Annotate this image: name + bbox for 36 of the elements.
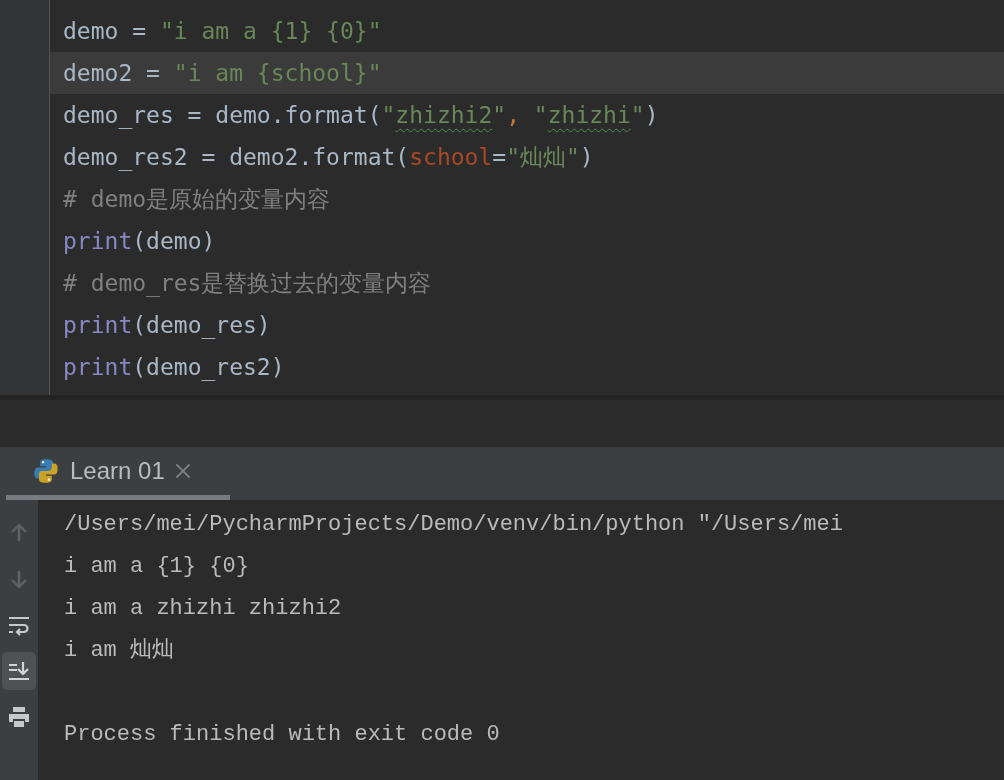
string-literal: "	[492, 102, 507, 128]
spelling-warning-text: zhizhi2	[395, 102, 493, 128]
printer-icon	[7, 705, 31, 729]
tab-label: Learn 01	[70, 457, 165, 485]
code-text: ,	[506, 102, 521, 128]
code-text: demo =	[63, 18, 148, 44]
code-text: demo2 =	[63, 60, 161, 86]
code-text: )	[579, 144, 594, 170]
exit-message: Process finished with exit code 0	[64, 722, 500, 747]
builtin-name: print	[63, 228, 133, 254]
code-text: )	[644, 102, 659, 128]
code-text: demo_res = demo.format(	[63, 102, 382, 128]
code-text: (demo_res)	[132, 312, 271, 338]
string-literal: "灿灿"	[506, 144, 580, 170]
string-literal: "i am a {1} {0}"	[159, 18, 382, 44]
python-logo-icon	[32, 457, 60, 485]
string-literal: "	[630, 102, 645, 128]
code-comment: # demo_res是替换过去的变量内容	[63, 270, 432, 296]
string-literal: "	[533, 102, 548, 128]
console-line: i am 灿灿	[64, 638, 174, 663]
scroll-to-end-icon	[7, 659, 31, 683]
code-text: =	[492, 144, 507, 170]
builtin-name: print	[63, 354, 133, 380]
console-line: i am a zhizhi zhizhi2	[64, 596, 342, 621]
code-text: (demo)	[132, 228, 216, 254]
code-comment: # demo是原始的变量内容	[63, 186, 331, 212]
string-literal: "i am {school}"	[173, 60, 382, 86]
close-icon[interactable]	[174, 463, 191, 479]
console-line: i am a {1} {0}	[64, 554, 249, 579]
keyword-argument: school	[409, 144, 493, 170]
string-literal: "	[381, 102, 396, 128]
spelling-warning-text: zhizhi	[547, 102, 631, 128]
console-line: /Users/mei/PycharmProjects/Demo/venv/bin/python "/Users/mei	[64, 512, 843, 537]
code-text: (demo_res2)	[132, 354, 285, 380]
code-text: demo_res2 = demo2.format(	[63, 144, 410, 170]
builtin-name: print	[63, 312, 133, 338]
